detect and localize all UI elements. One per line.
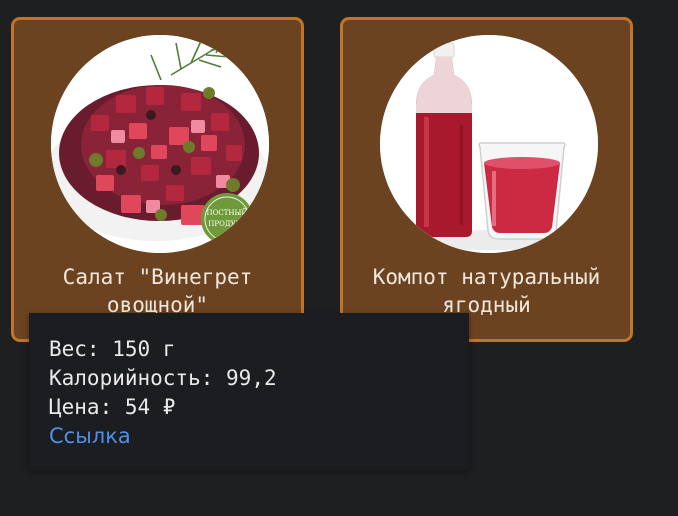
berry-compote-photo [380,35,598,253]
product-title: Компот натуральный ягодный [372,265,601,317]
weight-row: Вес: 150 г [49,335,449,364]
vinaigrette-salad-photo: ПОСТНЫЙ ПРОДУКТ [51,35,269,253]
calories-row: Калорийность: 99,2 [49,364,449,393]
weight-label: Вес: [49,337,100,361]
svg-text:ПРОДУКТ: ПРОДУКТ [208,220,246,228]
price-label: Цена: [49,395,113,419]
svg-text:ПОСТНЫЙ: ПОСТНЫЙ [207,208,248,217]
calories-label: Калорийность: [49,366,214,390]
product-title: Салат "Винегрет овощной" [62,265,253,317]
weight-value: 150 г [112,337,176,361]
price-row: Цена: 54 ₽ [49,393,449,422]
product-link[interactable]: Ссылка [49,422,131,451]
product-info-tooltip: Вес: 150 г Калорийность: 99,2 Цена: 54 ₽… [29,313,469,470]
price-value: 54 ₽ [124,395,176,419]
product-card-vinaigrette[interactable]: ПОСТНЫЙ ПРОДУКТ Салат "Винегрет овощной" [11,17,304,342]
product-card-compote[interactable]: Компот натуральный ягодный [340,17,633,342]
calories-value: 99,2 [226,366,277,390]
menu-grid: ПОСТНЫЙ ПРОДУКТ Салат "Винегрет овощной" [0,0,678,516]
